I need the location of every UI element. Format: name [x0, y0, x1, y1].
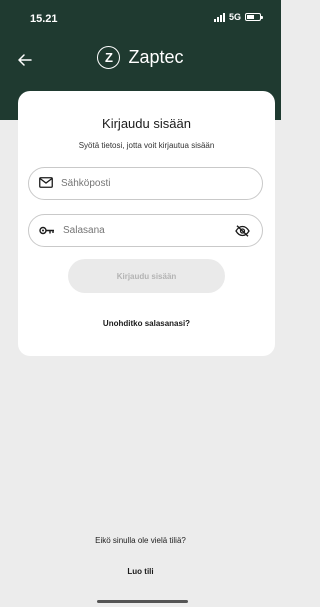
forgot-password-link[interactable]: Unohditko salasanasi? [18, 319, 275, 328]
email-field[interactable] [28, 167, 263, 200]
signal-icon [213, 12, 225, 22]
network-type: 5G [228, 12, 241, 22]
email-input[interactable] [61, 178, 250, 189]
no-account-text: Eikö sinulla ole vielä tiliä? [95, 536, 186, 545]
status-time: 15.21 [30, 13, 58, 25]
password-field[interactable] [28, 214, 263, 247]
login-card: Kirjaudu sisään Syötä tietosi, jotta voi… [18, 91, 275, 356]
status-indicators: 5G [213, 12, 263, 22]
zaptec-logo-icon: Z [97, 46, 121, 69]
brand-name: Zaptec [128, 47, 184, 67]
brand-logo: Z Zaptec [0, 46, 281, 69]
key-icon [39, 222, 55, 240]
login-button[interactable]: Kirjaudu sisään [68, 259, 225, 293]
battery-icon [245, 13, 263, 21]
create-account-link[interactable]: Luo tili [0, 567, 281, 576]
mail-icon [39, 175, 53, 193]
home-indicator[interactable] [97, 600, 188, 603]
password-input[interactable] [63, 225, 235, 236]
login-title: Kirjaudu sisään [102, 116, 191, 131]
status-bar: 15.21 5G [0, 0, 281, 30]
eye-off-icon[interactable] [235, 224, 250, 237]
login-subtitle: Syötä tietosi, jotta voit kirjautua sisä… [78, 141, 215, 150]
